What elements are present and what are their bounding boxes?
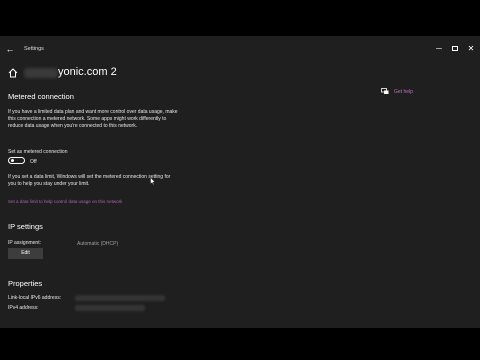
app-title: Settings (24, 46, 44, 52)
minimize-button[interactable]: ─ (432, 44, 446, 54)
ipv6-label: Link-local IPv6 address: (8, 295, 62, 301)
chat-help-icon (381, 88, 389, 94)
properties-heading: Properties (8, 279, 43, 288)
close-button[interactable]: ✕ (464, 44, 478, 54)
metered-description: If you have a limited data plan and want… (8, 109, 178, 129)
metered-toggle[interactable] (8, 157, 25, 164)
redacted-ipv4-value (75, 305, 145, 311)
title-bar: ← Settings ─ ✕ (0, 36, 480, 62)
home-icon[interactable] (8, 68, 18, 78)
redacted-network-name (24, 68, 58, 78)
get-help-label: Get help (394, 89, 413, 95)
edit-ip-button[interactable]: Edit (8, 248, 43, 259)
maximize-button[interactable] (448, 44, 462, 54)
ip-settings-heading: IP settings (8, 222, 43, 231)
metered-toggle-state: Off (30, 159, 37, 165)
ip-assignment-value: Automatic (DHCP) (77, 241, 119, 247)
toggle-knob (11, 159, 14, 162)
settings-window: ← Settings ─ ✕ yonic.com 2 Get help Mete… (0, 36, 480, 328)
redacted-ipv6-value (75, 295, 165, 301)
metered-connection-heading: Metered connection (8, 92, 74, 101)
page-title: yonic.com 2 (58, 66, 117, 78)
ip-assignment-label: IP assignment: (8, 240, 41, 246)
maximize-icon (452, 46, 458, 51)
ipv4-label: IPv4 address: (8, 305, 39, 311)
back-arrow-icon[interactable]: ← (4, 44, 16, 54)
mouse-cursor-icon (150, 177, 156, 185)
set-data-limit-link[interactable]: Set a data limit to help control data us… (8, 199, 122, 204)
metered-toggle-label: Set as metered connection (8, 149, 68, 155)
